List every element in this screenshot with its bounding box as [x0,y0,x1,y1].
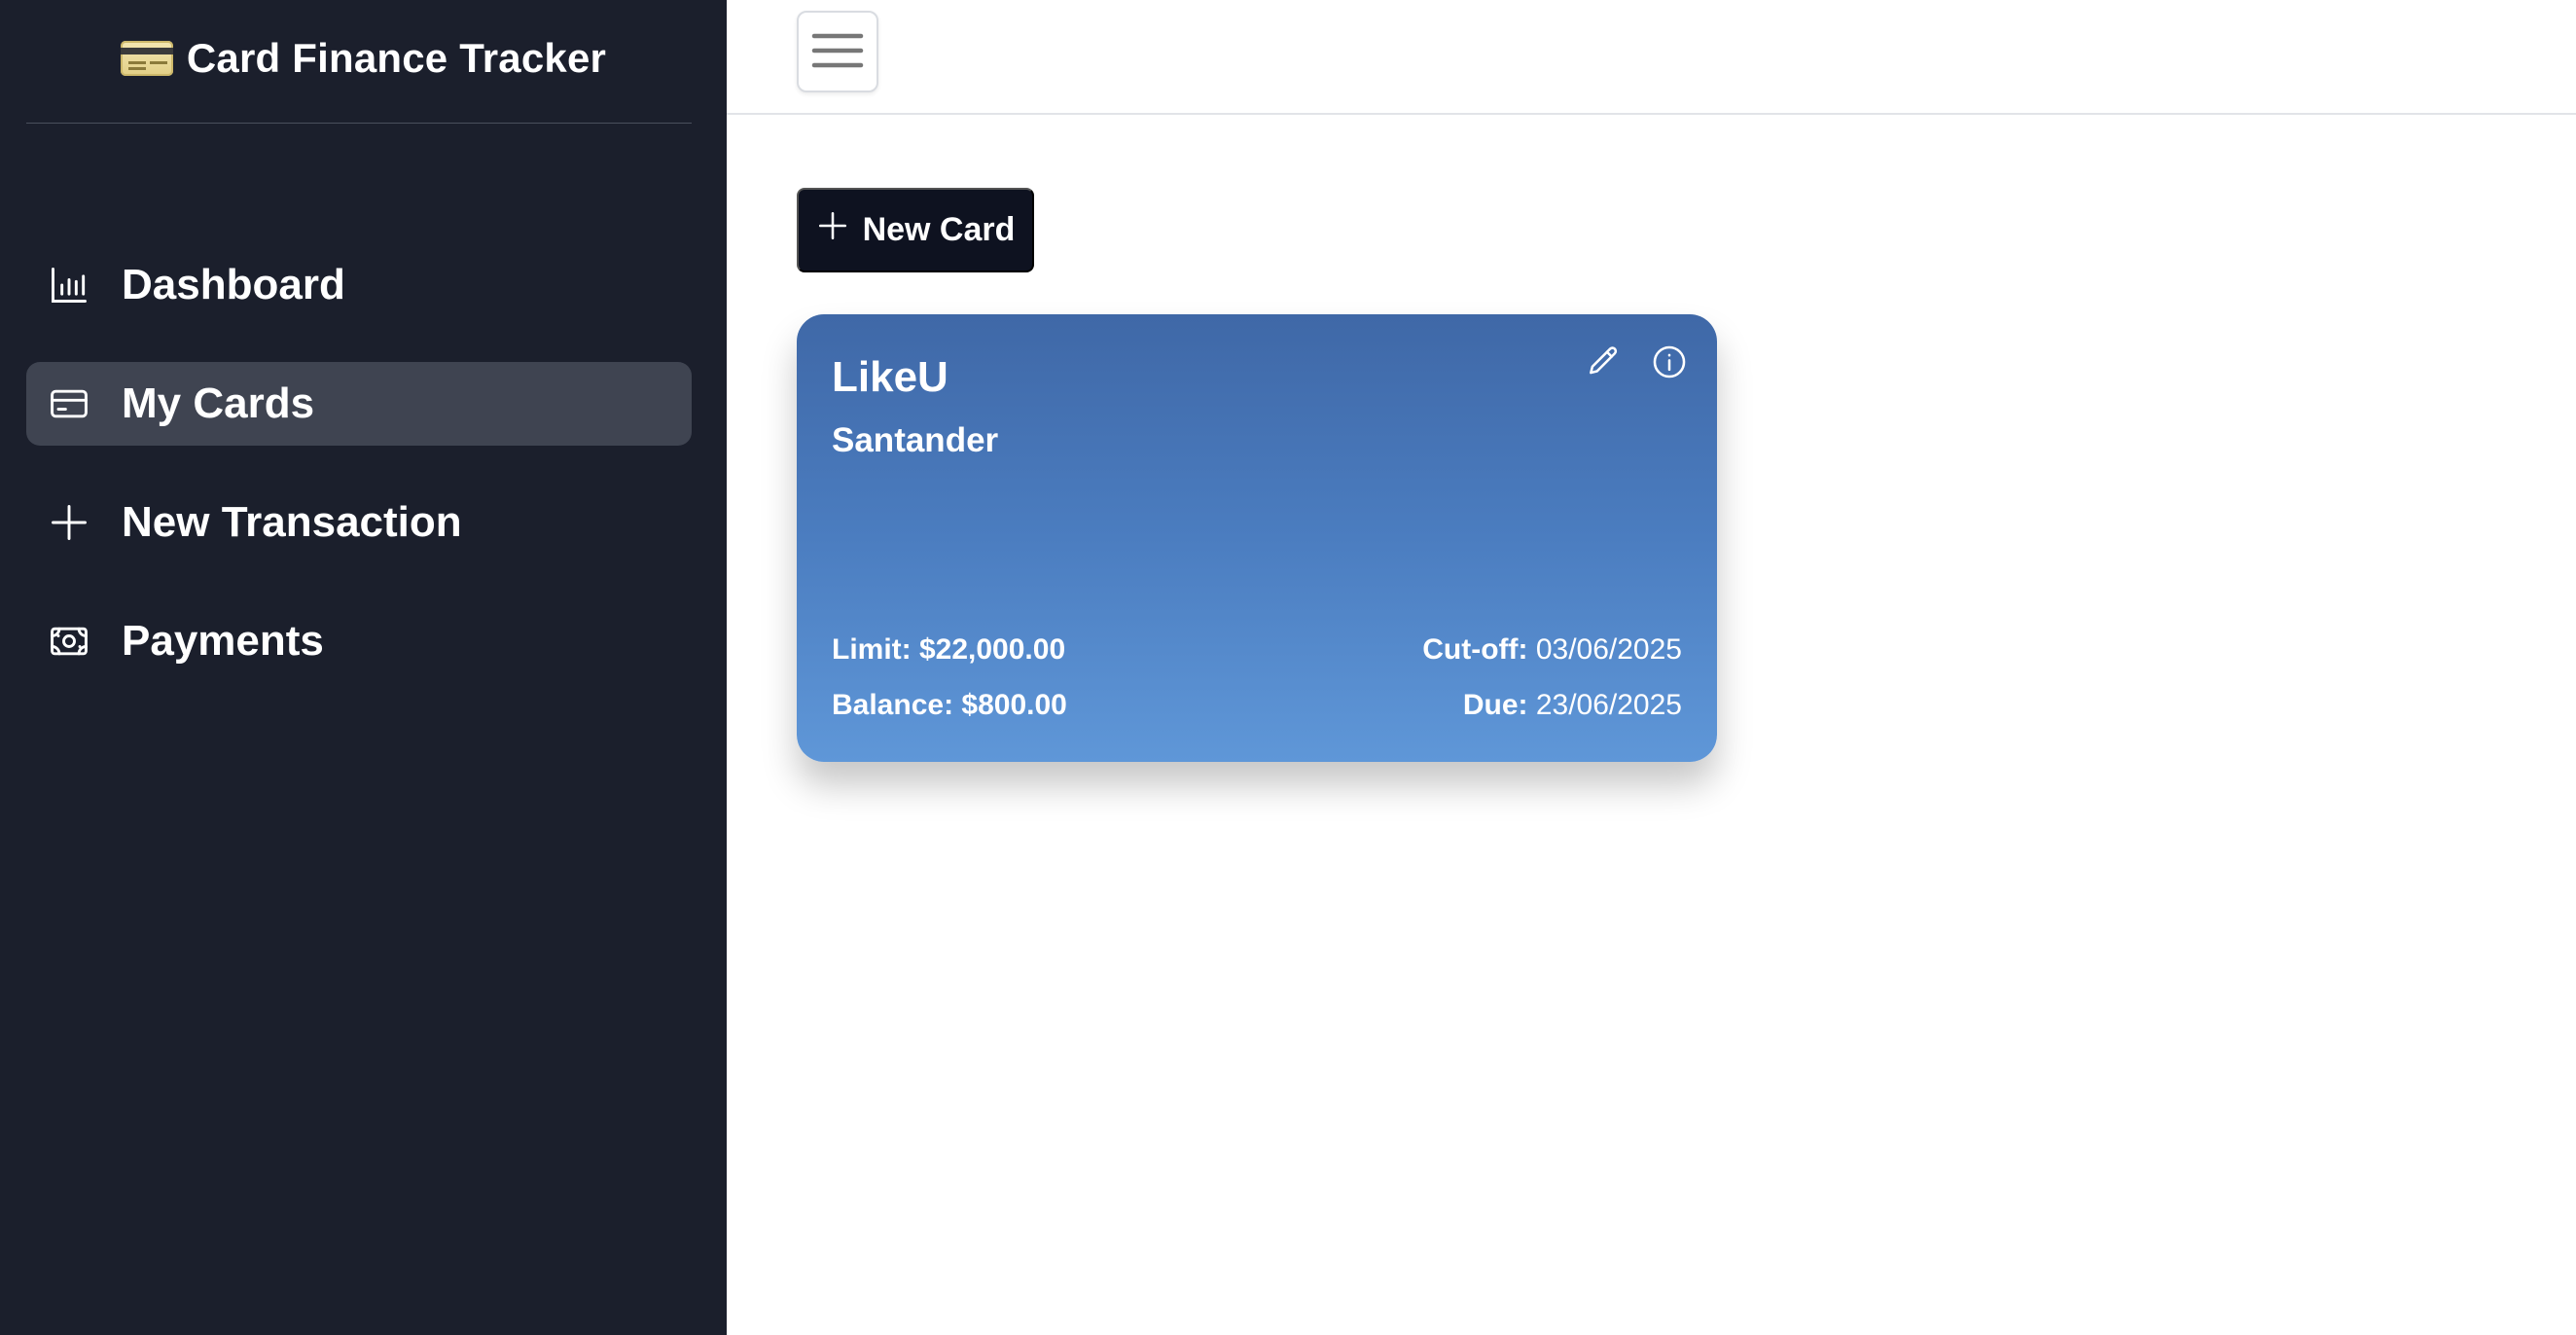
plus-icon [816,209,849,251]
app-title: Card Finance Tracker [186,35,607,81]
card-row-balance: Balance: $800.00 Due: 23/06/2025 [832,689,1682,722]
card-row-limit: Limit: $22,000.00 Cut-off: 03/06/2025 [832,633,1682,667]
sidebar-item-label: My Cards [122,379,315,427]
card-name: LikeU [832,353,948,401]
cutoff-label: Cut-off: [1422,633,1528,666]
app-brand: Card Finance Tracker [0,0,727,117]
sidebar-nav: Dashboard My Cards New Transaction Payme… [26,243,692,718]
hamburger-menu-icon [810,29,865,75]
card-limit: Limit: $22,000.00 [832,633,1066,666]
sidebar-divider [26,123,692,124]
bar-chart-icon [48,264,90,307]
new-card-label: New Card [862,211,1016,248]
credit-card-icon [48,382,90,425]
info-icon[interactable] [1651,343,1688,380]
sidebar-item-label: Dashboard [122,261,345,308]
new-card-button[interactable]: New Card [797,188,1034,272]
sidebar-item-dashboard[interactable]: Dashboard [26,243,692,327]
plus-icon [48,501,90,544]
sidebar-item-label: New Transaction [122,498,462,546]
credit-card-emoji-icon [120,41,173,76]
due-label: Due: [1462,689,1528,721]
banknote-icon [48,620,90,663]
card-balance: Balance: $800.00 [832,689,1067,721]
sidebar-item-label: Payments [122,617,324,665]
sidebar: Card Finance Tracker Dashboard My Cards [0,0,727,1335]
menu-toggle-button[interactable] [797,11,878,92]
credit-card-tile[interactable]: LikeU Santander Limit: $22,000.00 Cut-of… [797,314,1717,762]
card-bank: Santander [832,421,999,459]
card-actions [1585,343,1688,380]
due-date: 23/06/2025 [1535,689,1682,721]
topbar [727,0,2576,115]
card-due: Due: 23/06/2025 [1463,689,1682,722]
card-cutoff: Cut-off: 03/06/2025 [1422,633,1682,667]
sidebar-item-new-transaction[interactable]: New Transaction [26,481,692,564]
sidebar-item-payments[interactable]: Payments [26,599,692,683]
edit-pencil-icon[interactable] [1585,343,1622,380]
cutoff-date: 03/06/2025 [1535,633,1682,666]
sidebar-item-my-cards[interactable]: My Cards [26,362,692,446]
